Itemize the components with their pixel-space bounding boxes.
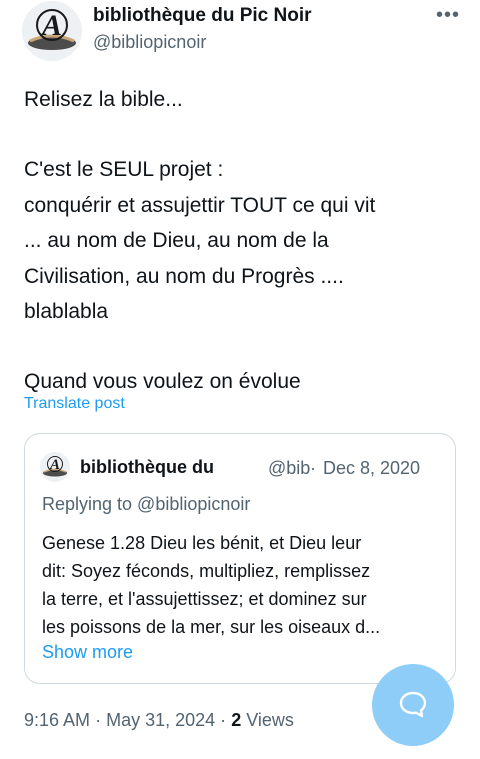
quoted-author-name[interactable]: bibliothèque du — [80, 457, 214, 478]
tweet-line: conquérir et assujettir TOUT ce qui vit — [24, 193, 376, 217]
author-display-name[interactable]: bibliothèque du Pic Noir — [93, 5, 312, 27]
show-more-link[interactable]: Show more — [42, 642, 133, 663]
separator-dot: · — [95, 710, 102, 730]
compose-reply-button[interactable] — [372, 664, 454, 746]
tweet-line: ... au nom de Dieu, au nom de la — [24, 229, 329, 252]
tweet-text: Relisez la bible... C'est le SEUL projet… — [24, 82, 464, 400]
quoted-line: Genese 1.28 Dieu les bénit, et Dieu leur — [42, 533, 362, 553]
quoted-line: la terre, et l'assujettissez; et dominez… — [42, 589, 367, 609]
tweet-line: blablabla — [24, 300, 109, 323]
views-count[interactable]: 2 — [231, 710, 241, 730]
separator-dot: · — [310, 458, 316, 478]
quoted-line: dit: Soyez féconds, multipliez, rempliss… — [42, 561, 371, 581]
tweet-date[interactable]: May 31, 2024 — [106, 710, 215, 730]
quoted-author-avatar[interactable]: A — [40, 452, 70, 482]
author-avatar[interactable]: A — [22, 1, 82, 61]
quoted-tweet-text: Genese 1.28 Dieu les bénit, et Dieu leur… — [42, 529, 447, 641]
views-label[interactable]: Views — [246, 710, 294, 730]
quoted-tweet-date[interactable]: Dec 8, 2020 — [323, 458, 420, 479]
tweet-header: A bibliothèque du Pic Noir @bibliopicnoi… — [22, 0, 462, 62]
separator-dot: · — [220, 710, 227, 730]
compose-reply-icon — [399, 691, 427, 718]
tweet-time[interactable]: 9:16 AM — [24, 710, 90, 730]
tweet-line: Relisez la bible... — [24, 88, 183, 111]
author-handle[interactable]: @bibliopicnoir — [93, 32, 206, 53]
tweet-line: C'est le SEUL projet : — [24, 158, 224, 181]
more-horizontal-icon[interactable]: ••• — [434, 4, 462, 26]
tweet-line: Civilisation, au nom du Progrès .... — [24, 264, 344, 288]
tweet-meta: 9:16 AM · May 31, 2024 · 2 Views — [24, 710, 294, 731]
translate-post-link[interactable]: Translate post — [24, 395, 125, 413]
replying-to-label: Replying to @bibliopicnoir — [42, 494, 251, 514]
quoted-tweet[interactable]: A bibliothèque du @bib · Dec 8, 2020 Rep… — [24, 433, 456, 684]
quoted-author-handle[interactable]: @bib — [268, 458, 310, 479]
quoted-line: les poissons de la mer, sur les oiseaux … — [42, 617, 381, 637]
